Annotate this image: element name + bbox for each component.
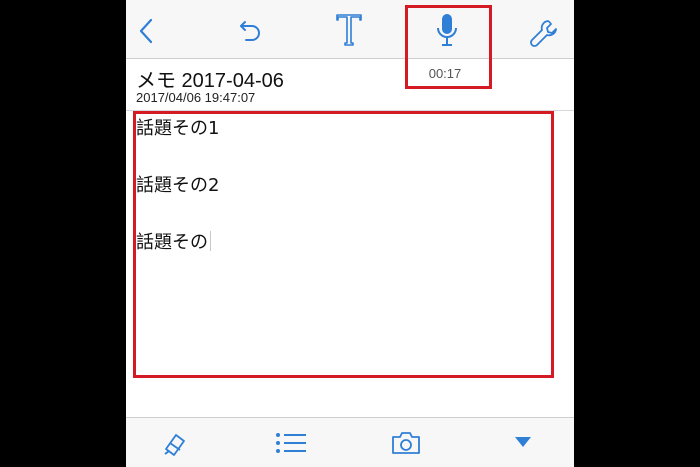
chevron-left-icon xyxy=(139,18,153,44)
body-highlight-box xyxy=(133,111,554,378)
text-format-button[interactable] xyxy=(336,14,362,46)
list-icon xyxy=(276,433,306,453)
more-button[interactable] xyxy=(514,436,532,448)
undo-button[interactable] xyxy=(238,18,262,44)
wrench-icon xyxy=(530,20,557,47)
settings-button[interactable] xyxy=(529,18,559,48)
camera-button[interactable] xyxy=(391,431,421,455)
app-screen: 00:17 メモ 2017-04-06 2017/04/06 19:47:07 … xyxy=(126,0,574,467)
list-button[interactable] xyxy=(276,433,306,453)
dropdown-arrow-icon xyxy=(515,437,531,447)
mic-highlight-box xyxy=(405,5,492,89)
highlighter-icon xyxy=(164,434,185,456)
bottom-toolbar xyxy=(126,417,574,467)
undo-icon xyxy=(240,21,260,41)
top-toolbar xyxy=(126,0,574,59)
back-button[interactable] xyxy=(138,18,154,44)
text-format-icon xyxy=(336,14,362,46)
note-title[interactable]: メモ 2017-04-06 xyxy=(136,64,284,93)
camera-icon xyxy=(392,432,420,454)
note-timestamp: 2017/04/06 19:47:07 xyxy=(136,90,256,105)
highlight-button[interactable] xyxy=(162,431,188,457)
